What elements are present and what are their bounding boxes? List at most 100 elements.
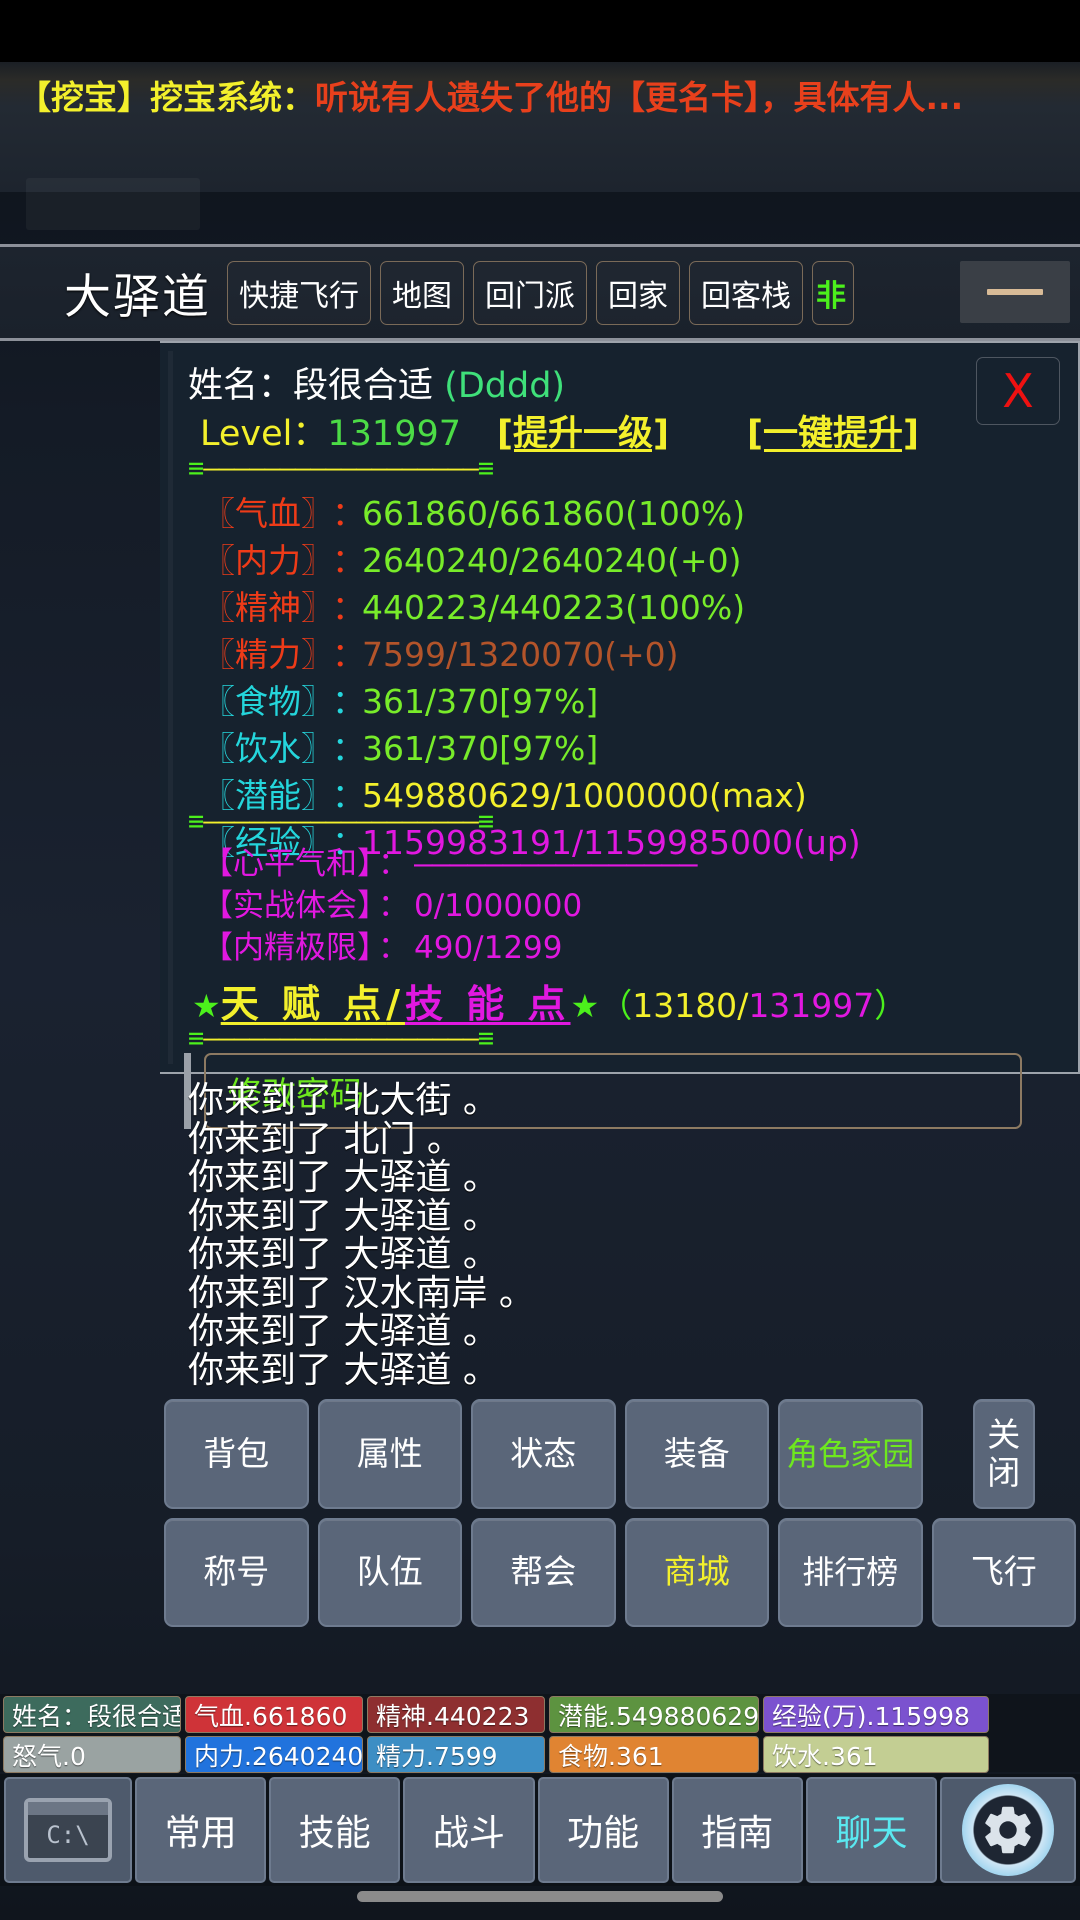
secondary-stat-value: ———————————————— [414,846,698,882]
settings-button[interactable] [940,1777,1077,1883]
location-toolbar: 大驿道 快捷飞行 地图 回门派 回家 回客栈 非 [0,247,1080,338]
action-button-title[interactable]: 称号 [164,1517,309,1627]
stat-value: 440223/440223(100%) [362,588,746,627]
broadcast-text: 【挖宝】挖宝系统：听说有人遗失了他的【更名卡】，具体有人... [18,76,963,120]
nav-button-map[interactable]: 地图 [380,260,464,325]
secondary-stat-value: 490/1299 [414,930,563,966]
chip-energy[interactable]: 精力.7599 [367,1736,545,1773]
character-level-row: Level：131997 [提升一级] [一键提升] [200,405,919,456]
stat-colon: ： [332,682,365,721]
nav-button-overflow-label: 非 [816,278,846,314]
talent-points-label: 天 赋 点 [220,982,387,1026]
close-icon: X [1002,364,1034,418]
action-button-attributes[interactable]: 属性 [317,1399,462,1509]
gear-icon [962,1784,1055,1876]
chip-rage[interactable]: 怒气.0 [3,1736,181,1773]
stat-row: 〖食物〗：361/370[97%] [202,678,861,725]
nav-tab-guide[interactable]: 指南 [671,1777,803,1883]
chip-hp[interactable]: 气血.661860 [185,1696,363,1733]
nav-tab-functions[interactable]: 功能 [537,1777,669,1883]
divider-middle: ≡——————————————————≡ [188,806,494,837]
chip-water[interactable]: 饮水.361 [763,1736,989,1773]
broadcast-system: 挖宝系统： [150,78,315,117]
log-line: 你来到了 大驿道 。 [188,1157,499,1198]
console-label: C:\ [46,1820,90,1849]
nav-button-return-inn[interactable]: 回客栈 [689,260,803,325]
nav-button-return-home[interactable]: 回家 [596,260,680,325]
talent-skill-points-row[interactable]: ★天 赋 点/技 能 点★（13180/131997） [192,973,907,1028]
log-line: 你来到了 大驿道 。 [188,1349,499,1391]
action-button-team[interactable]: 队伍 [317,1517,462,1627]
skill-points-value: 131997 [748,986,875,1025]
stat-row: 〖气血〗：661860/661860(100%) [202,490,861,537]
stat-label: 〖食物〗 [202,682,334,721]
nav-button-quick-fly[interactable]: 快捷飞行 [227,260,371,325]
log-line: 你来到了 北大街 。 [188,1080,499,1121]
action-button-guild[interactable]: 帮会 [471,1517,616,1627]
name-value: 段很合适 [293,366,434,406]
secondary-stat-colon: ： [378,930,409,966]
secondary-stat-value: 0/1000000 [414,888,583,924]
stat-label: 〖内力〗 [202,541,334,580]
location-title: 大驿道 [64,270,211,325]
character-name-row: 姓名：段很合适 (Dddd) [188,357,565,408]
talent-open-paren: （ [599,986,633,1025]
action-button-status[interactable]: 状态 [471,1399,616,1509]
level-up-all-button[interactable]: [一键提升] [747,414,919,454]
action-button-equipment[interactable]: 装备 [624,1399,769,1509]
skill-points-label: 技 能 点 [405,982,571,1026]
nav-tab-combat[interactable]: 战斗 [403,1777,535,1883]
action-button-backpack[interactable]: 背包 [164,1399,309,1509]
talent-close-paren: ） [874,986,908,1025]
close-panel-button[interactable]: X [976,357,1060,425]
log-line: 你来到了 大驿道 。 [188,1195,499,1237]
chip-food[interactable]: 食物.361 [549,1736,759,1773]
chip-inner-power[interactable]: 内力.2640240 [185,1736,363,1773]
talent-value-slash: / [737,986,749,1025]
stat-value: 361/370[97%] [362,729,599,768]
status-chip-bar: 姓名：段很合适 气血.661860 精神.440223 潜能.549880629… [0,1694,1080,1773]
secondary-stat-colon: ： [378,846,409,882]
divider-top: ≡——————————————————≡ [188,453,494,484]
action-button-ranking[interactable]: 排行榜 [778,1517,923,1627]
panel-scrollbar[interactable] [168,351,173,1064]
chip-exp[interactable]: 经验(万).115998 [763,1696,989,1733]
chip-spirit[interactable]: 精神.440223 [367,1696,545,1733]
log-line: 你来到了 大驿道 。 [188,1234,499,1275]
log-line: 你来到了 大驿道 。 [188,1311,499,1352]
nav-button-return-sect[interactable]: 回门派 [473,260,587,325]
message-log[interactable]: 你来到了 北大街 。 你来到了 北门 。 你来到了 大驿道 。 你来到了 大驿道… [160,1076,1080,1389]
secondary-stat-row: 【心平气和】： ———————————————— [202,843,698,885]
secondary-stat-label: 【内精极限】 [202,930,388,966]
stat-colon: ： [332,588,365,627]
status-notch [0,0,1080,62]
chip-name[interactable]: 姓名：段很合适 [3,1696,181,1733]
console-button[interactable]: C:\ [4,1777,132,1883]
stat-row: 〖饮水〗：361/370[97%] [202,725,861,772]
main-content: 姓名：段很合适 (Dddd) Level：131997 [提升一级] [一键提升] … [160,341,1080,1690]
stat-label: 〖饮水〗 [202,729,334,768]
nav-tab-skills[interactable]: 技能 [269,1777,401,1883]
nav-tab-chat[interactable]: 聊天 [805,1777,938,1883]
background-ghost-panel [26,178,200,230]
nav-button-overflow[interactable]: 非 [812,260,854,325]
stat-colon: ： [332,494,365,533]
nav-tab-common[interactable]: 常用 [135,1777,267,1883]
secondary-stat-row: 【实战体会】： 0/1000000 [202,885,697,927]
level-up-one-button[interactable]: [提升一级] [497,414,669,454]
broadcast-message: 听说有人遗失了他的【更名卡】，具体有人... [315,78,964,117]
stat-label: 〖气血〗 [202,494,334,533]
chip-potential[interactable]: 潜能.549880629 [549,1696,759,1733]
level-value: 131997 [327,414,461,454]
talent-skill-separator: / [386,982,406,1026]
action-button-shop[interactable]: 商城 [624,1517,769,1627]
action-button-close[interactable]: 关闭 [972,1399,1035,1509]
secondary-stat-colon: ： [378,888,409,924]
secondary-stats-list: 【心平气和】： ———————————————— 【实战体会】： 0/1000000… [202,843,698,969]
stat-row: 〖精力〗：7599/1320070(+0) [202,631,861,678]
action-button-fly[interactable]: 飞行 [931,1517,1076,1627]
terminal-icon: C:\ [24,1798,112,1862]
minimize-button[interactable] [960,261,1070,323]
action-button-character-home[interactable]: 角色家园 [778,1399,923,1509]
broadcast-banner[interactable]: 【挖宝】挖宝系统：听说有人遗失了他的【更名卡】，具体有人... [0,62,1080,192]
